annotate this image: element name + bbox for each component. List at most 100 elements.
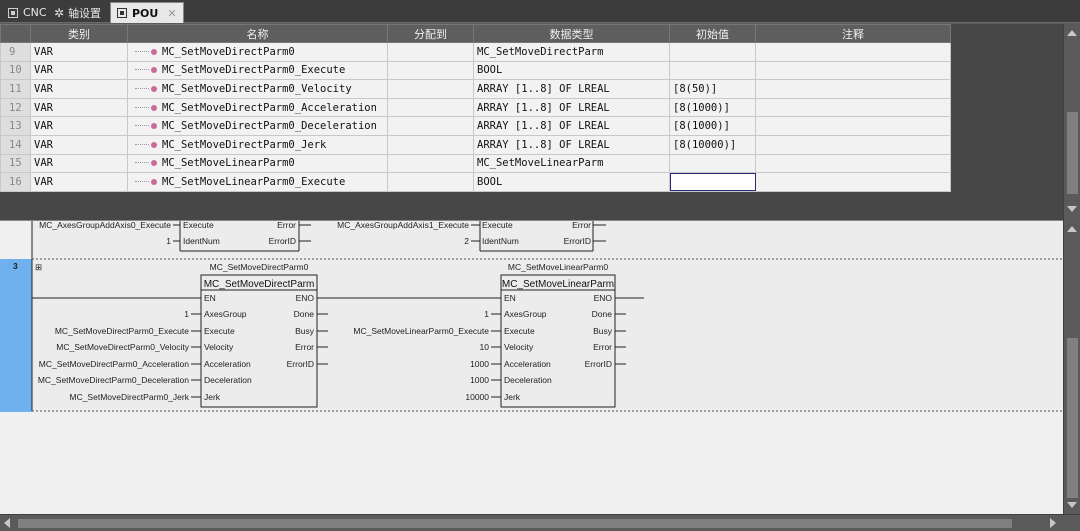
cell-name[interactable]: MC_SetMoveDirectParm0_Execute	[127, 60, 388, 81]
table-row[interactable]: 12 VAR MC_SetMoveDirectParm0_Acceleration A…	[0, 97, 951, 118]
tree-connector	[135, 139, 149, 145]
cell-comment[interactable]	[755, 42, 951, 62]
tab-pou[interactable]: POU ✕	[110, 2, 184, 23]
cell-assign[interactable]	[387, 116, 474, 136]
cell-initial[interactable]: [8(50)]	[669, 79, 756, 99]
scroll-right-icon[interactable]	[1050, 518, 1056, 528]
cell-assign[interactable]	[387, 172, 474, 192]
cell-name[interactable]: MC_SetMoveLinearParm0	[127, 153, 388, 174]
cell-comment[interactable]	[755, 79, 951, 99]
table-vertical-scrollbar-track[interactable]	[1063, 24, 1080, 220]
cell-assign[interactable]	[387, 134, 474, 155]
cell-name[interactable]: MC_SetMoveDirectParm0_Acceleration	[127, 97, 388, 118]
table-row[interactable]: 10 VAR MC_SetMoveDirectParm0_Execute BOOL	[0, 60, 951, 81]
table-row[interactable]: 11 VAR MC_SetMoveDirectParm0_Velocity ARRAY…	[0, 79, 951, 99]
table-row[interactable]: 9 VAR MC_SetMoveDirectParm0 MC_SetMoveDirec…	[0, 42, 951, 62]
cell-initial[interactable]: [8(1000)]	[669, 116, 756, 136]
cell-comment[interactable]	[755, 153, 951, 174]
row-number: 15	[0, 153, 31, 174]
variable-name: MC_SetMoveDirectParm0_Execute	[162, 64, 346, 77]
scroll-down-icon[interactable]	[1067, 206, 1077, 212]
cell-comment[interactable]	[755, 172, 951, 192]
table-row[interactable]: 13 VAR MC_SetMoveDirectParm0_Deceleration A…	[0, 116, 951, 136]
cell-category[interactable]: VAR	[30, 97, 128, 118]
close-icon[interactable]: ✕	[167, 7, 176, 20]
cell-assign[interactable]	[387, 97, 474, 118]
cell-name[interactable]: MC_SetMoveDirectParm0	[127, 42, 388, 62]
cell-datatype[interactable]: ARRAY [1..8] OF LREAL	[473, 134, 670, 155]
cell-category[interactable]: VAR	[30, 116, 128, 136]
cell-category[interactable]: VAR	[30, 60, 128, 81]
input-pin-label: Execute	[204, 326, 235, 336]
cell-category[interactable]: VAR	[30, 42, 128, 62]
header-assign[interactable]: 分配到	[387, 24, 474, 43]
cell-comment[interactable]	[755, 60, 951, 81]
table-row[interactable]: 14 VAR MC_SetMoveDirectParm0_Jerk ARRAY [1.…	[0, 134, 951, 155]
tab-axis-settings[interactable]: ✲ 轴设置	[48, 2, 107, 23]
cell-name[interactable]: MC_SetMoveLinearParm0_Execute	[127, 172, 388, 192]
cell-assign[interactable]	[387, 60, 474, 81]
cell-initial[interactable]	[669, 60, 756, 81]
fb-instance-name: MC_SetMoveDirectParm0	[210, 262, 309, 272]
header-name[interactable]: 名称	[127, 24, 388, 43]
table-row[interactable]: 16 VAR MC_SetMoveLinearParm0_Execute BOOL	[0, 172, 951, 192]
header-category[interactable]: 类别	[30, 24, 128, 43]
input-pin-label: AxesGroup	[504, 309, 547, 319]
cell-category[interactable]: VAR	[30, 134, 128, 155]
cell-name[interactable]: MC_SetMoveDirectParm0_Jerk	[127, 134, 388, 155]
cell-datatype[interactable]: BOOL	[473, 60, 670, 81]
header-initial[interactable]: 初始值	[669, 24, 756, 43]
rung-number-highlight	[0, 259, 32, 412]
scroll-thumb[interactable]	[18, 519, 1012, 528]
cell-initial[interactable]	[669, 172, 756, 192]
window-icon	[8, 7, 18, 18]
cell-name[interactable]: MC_SetMoveDirectParm0_Velocity	[127, 79, 388, 99]
cell-category[interactable]: VAR	[30, 153, 128, 174]
cell-comment[interactable]	[755, 97, 951, 118]
scroll-thumb[interactable]	[1067, 112, 1078, 194]
cell-datatype[interactable]: ARRAY [1..8] OF LREAL	[473, 79, 670, 99]
input-pin-label: Execute	[183, 221, 214, 230]
ladder-editor[interactable]: MC_AxesGroupAddAxis0_Execute 1 Execute Iden…	[0, 220, 1063, 514]
cell-comment[interactable]	[755, 116, 951, 136]
table-row[interactable]: 15 VAR MC_SetMoveLinearParm0 MC_SetMoveLine…	[0, 153, 951, 174]
scroll-up-icon[interactable]	[1067, 30, 1077, 36]
cell-datatype[interactable]: ARRAY [1..8] OF LREAL	[473, 116, 670, 136]
scroll-thumb[interactable]	[1067, 338, 1078, 498]
ladder-diagram[interactable]: MC_AxesGroupAddAxis0_Execute 1 Execute Iden…	[0, 221, 1063, 514]
cell-initial[interactable]	[669, 42, 756, 62]
cell-initial[interactable]	[669, 153, 756, 174]
variable-table: 类别 名称 分配到 数据类型 初始值 注释 9 VAR MC_SetMoveDire…	[0, 24, 951, 192]
tree-connector	[135, 157, 149, 164]
cell-assign[interactable]	[387, 153, 474, 174]
scroll-up-icon[interactable]	[1067, 226, 1077, 232]
cell-assign[interactable]	[387, 79, 474, 99]
expand-icon[interactable]: ⊞	[35, 262, 42, 272]
scroll-down-icon[interactable]	[1067, 502, 1077, 508]
tab-cnc[interactable]: CNC	[2, 2, 53, 23]
cell-datatype[interactable]: BOOL	[473, 172, 670, 192]
cell-datatype[interactable]: MC_SetMoveDirectParm	[473, 42, 670, 62]
cell-category[interactable]: VAR	[30, 79, 128, 99]
cell-initial[interactable]: [8(10000)]	[669, 134, 756, 155]
cell-datatype[interactable]: MC_SetMoveLinearParm	[473, 153, 670, 174]
output-pin-label: Error	[593, 342, 612, 352]
fb-type-name: MC_SetMoveDirectParm	[204, 279, 315, 290]
cell-comment[interactable]	[755, 134, 951, 155]
input-variable: 2	[464, 236, 469, 246]
cell-datatype[interactable]: ARRAY [1..8] OF LREAL	[473, 97, 670, 118]
input-variable: 1	[184, 309, 189, 319]
cell-assign[interactable]	[387, 42, 474, 62]
cell-initial[interactable]: [8(1000)]	[669, 97, 756, 118]
cell-name[interactable]: MC_SetMoveDirectParm0_Deceleration	[127, 116, 388, 136]
ladder-vertical-scrollbar[interactable]	[1063, 220, 1080, 514]
variable-name: MC_SetMoveDirectParm0_Deceleration	[162, 120, 377, 133]
row-number: 13	[0, 116, 31, 136]
horizontal-scrollbar[interactable]	[0, 514, 1080, 531]
scroll-left-icon[interactable]	[4, 518, 10, 528]
fb-type-name: MC_SetMoveLinearParm	[502, 279, 614, 290]
header-comment[interactable]: 注释	[755, 24, 951, 43]
input-pin-label: Acceleration	[204, 359, 251, 369]
cell-category[interactable]: VAR	[30, 172, 128, 192]
header-datatype[interactable]: 数据类型	[473, 24, 670, 43]
